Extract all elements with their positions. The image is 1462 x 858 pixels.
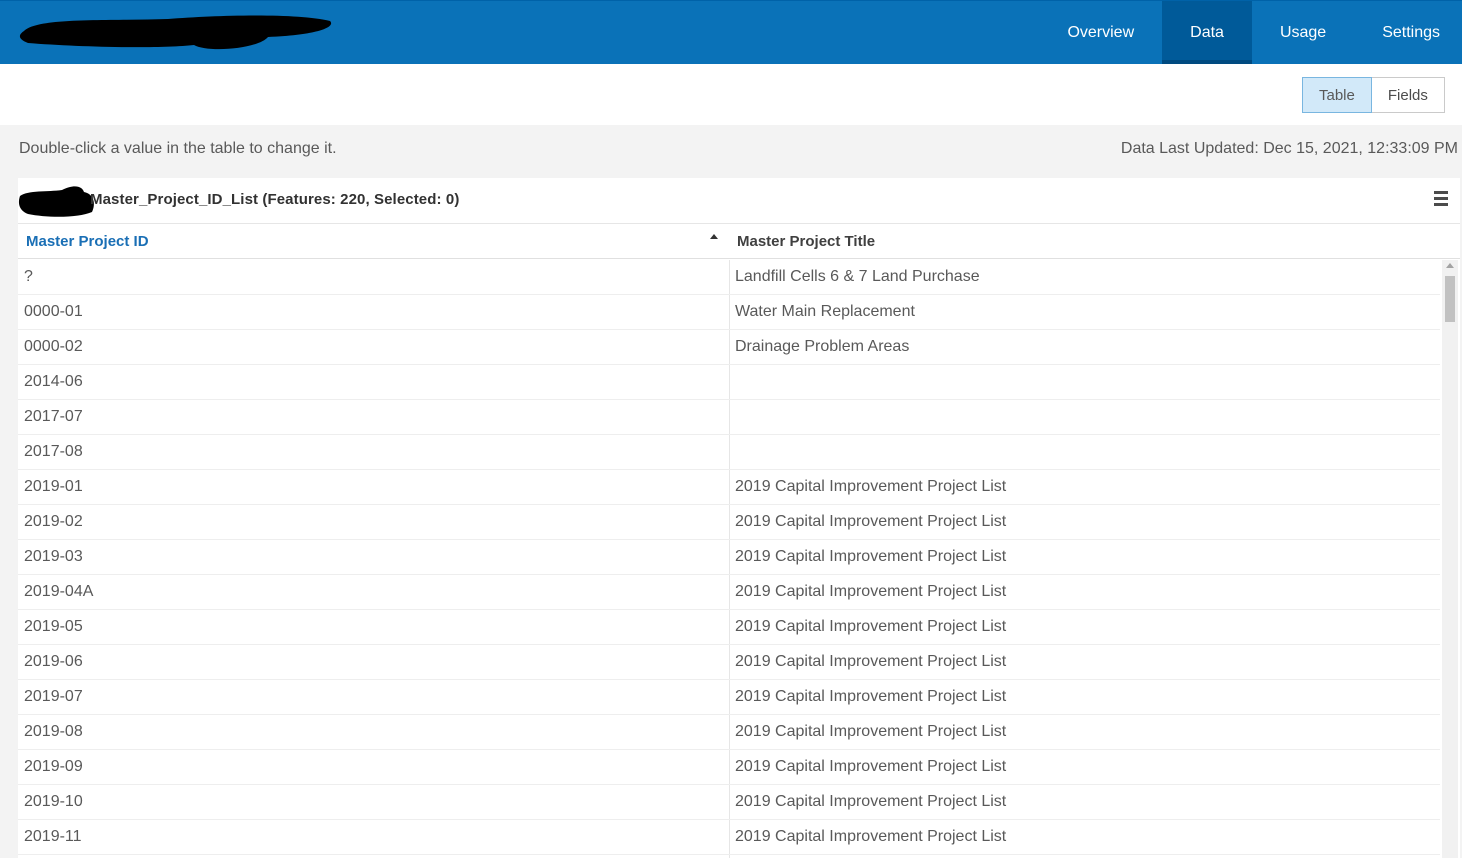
table-row[interactable]: 2017-08	[18, 435, 1440, 470]
table-row[interactable]: 2019-03 2019 Capital Improvement Project …	[18, 540, 1440, 575]
cell-master-project-id[interactable]: 2019-02	[18, 505, 730, 539]
cell-master-project-title[interactable]: 2019 Capital Improvement Project List	[730, 715, 1440, 749]
cell-master-project-title[interactable]: 2019 Capital Improvement Project List	[730, 540, 1440, 574]
cell-master-project-title[interactable]: 2019 Capital Improvement Project List	[730, 610, 1440, 644]
table-row[interactable]: 2019-11 2019 Capital Improvement Project …	[18, 820, 1440, 855]
cell-master-project-id[interactable]: 2019-10	[18, 785, 730, 819]
cell-master-project-id[interactable]: 2017-07	[18, 400, 730, 434]
table-row[interactable]: ? Landfill Cells 6 & 7 Land Purchase	[18, 260, 1440, 295]
view-toggle: Table Fields	[1302, 77, 1445, 113]
cell-master-project-id[interactable]: 2019-06	[18, 645, 730, 679]
fields-view-button[interactable]: Fields	[1371, 77, 1445, 113]
cell-master-project-id[interactable]: 2019-11	[18, 820, 730, 854]
nav-tab-settings[interactable]: Settings	[1354, 1, 1462, 64]
table-row[interactable]: 2019-01 2019 Capital Improvement Project …	[18, 470, 1440, 505]
cell-master-project-title[interactable]: Landfill Cells 6 & 7 Land Purchase	[730, 260, 1440, 294]
cell-master-project-title[interactable]: 2019 Capital Improvement Project List	[730, 575, 1440, 609]
cell-master-project-title[interactable]: 2019 Capital Improvement Project List	[730, 820, 1440, 854]
cell-master-project-id[interactable]: 2014-06	[18, 365, 730, 399]
column-header-master-project-title[interactable]: Master Project Title	[737, 224, 1437, 258]
sort-ascending-icon	[710, 234, 718, 239]
cell-master-project-id[interactable]: 2019-07	[18, 680, 730, 714]
table-row[interactable]: 2019-05 2019 Capital Improvement Project …	[18, 610, 1440, 645]
nav-tab-overview[interactable]: Overview	[1039, 1, 1162, 64]
cell-master-project-title[interactable]: 2019 Capital Improvement Project List	[730, 680, 1440, 714]
last-updated-text: Data Last Updated: Dec 15, 2021, 12:33:0…	[1120, 140, 1458, 157]
table-row[interactable]: 0000-01 Water Main Replacement	[18, 295, 1440, 330]
layer-header: Master_Project_ID_List (Features: 220, S…	[18, 178, 1460, 224]
table-row[interactable]: 2019-06 2019 Capital Improvement Project …	[18, 645, 1440, 680]
view-toggle-bar: Table Fields	[0, 64, 1462, 125]
cell-master-project-id[interactable]: 2019-04A	[18, 575, 730, 609]
cell-master-project-title[interactable]: Water Main Replacement	[730, 295, 1440, 329]
table-row[interactable]: 2019-02 2019 Capital Improvement Project …	[18, 505, 1440, 540]
table-row[interactable]: 2019-10 2019 Capital Improvement Project …	[18, 785, 1440, 820]
cell-master-project-id[interactable]: 2019-03	[18, 540, 730, 574]
table-panel: Master_Project_ID_List (Features: 220, S…	[18, 178, 1460, 858]
cell-master-project-title[interactable]: 2019 Capital Improvement Project List	[730, 505, 1440, 539]
cell-master-project-title[interactable]	[730, 365, 1440, 399]
column-header-master-project-id[interactable]: Master Project ID	[26, 224, 730, 258]
nav-tab-data[interactable]: Data	[1162, 1, 1252, 64]
table-scrollbar[interactable]	[1442, 260, 1458, 858]
scroll-up-arrow-icon[interactable]	[1446, 263, 1454, 268]
cell-master-project-id[interactable]: 2019-08	[18, 715, 730, 749]
nav-tab-usage[interactable]: Usage	[1252, 1, 1354, 64]
table-row[interactable]: 2019-04A 2019 Capital Improvement Project…	[18, 575, 1440, 610]
table-row[interactable]: 0000-02 Drainage Problem Areas	[18, 330, 1440, 365]
table-row[interactable]: 2017-07	[18, 400, 1440, 435]
cell-master-project-id[interactable]: ?	[18, 260, 730, 294]
layer-title: Master_Project_ID_List (Features: 220, S…	[90, 191, 460, 208]
redacted-layer-prefix	[18, 186, 94, 217]
cell-master-project-title[interactable]: 2019 Capital Improvement Project List	[730, 750, 1440, 784]
table-row[interactable]: 2014-06	[18, 365, 1440, 400]
cell-master-project-title[interactable]: 2019 Capital Improvement Project List	[730, 785, 1440, 819]
cell-master-project-id[interactable]: 2019-05	[18, 610, 730, 644]
nav-tabs: Overview Data Usage Settings	[1039, 1, 1462, 64]
table-header: Master Project ID Master Project Title	[18, 224, 1460, 259]
table-view-button[interactable]: Table	[1302, 77, 1372, 113]
edit-hint-text: Double-click a value in the table to cha…	[19, 140, 337, 157]
cell-master-project-id[interactable]: 0000-02	[18, 330, 730, 364]
top-nav-bar: Overview Data Usage Settings	[0, 0, 1462, 64]
scrollbar-thumb[interactable]	[1445, 276, 1455, 322]
cell-master-project-title[interactable]: 2019 Capital Improvement Project List	[730, 645, 1440, 679]
hamburger-menu-icon[interactable]	[1434, 191, 1448, 207]
cell-master-project-id[interactable]: 2019-09	[18, 750, 730, 784]
cell-master-project-title[interactable]: 2019 Capital Improvement Project List	[730, 470, 1440, 504]
cell-master-project-id[interactable]: 2017-08	[18, 435, 730, 469]
cell-master-project-id[interactable]: 2019-01	[18, 470, 730, 504]
redacted-logo	[19, 15, 332, 50]
table-row[interactable]: 2019-09 2019 Capital Improvement Project …	[18, 750, 1440, 785]
table-body: ? Landfill Cells 6 & 7 Land Purchase 0000-…	[18, 260, 1440, 858]
table-row[interactable]: 2019-07 2019 Capital Improvement Project …	[18, 680, 1440, 715]
cell-master-project-id[interactable]: 0000-01	[18, 295, 730, 329]
cell-master-project-title[interactable]	[730, 400, 1440, 434]
cell-master-project-title[interactable]: Drainage Problem Areas	[730, 330, 1440, 364]
cell-master-project-title[interactable]	[730, 435, 1440, 469]
table-row[interactable]: 2019-08 2019 Capital Improvement Project …	[18, 715, 1440, 750]
